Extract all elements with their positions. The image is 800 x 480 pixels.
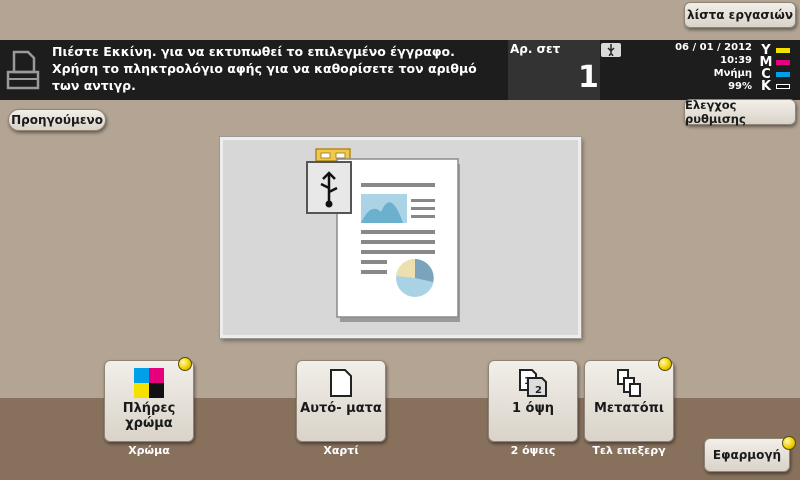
toner-bar-black — [776, 83, 790, 89]
message-bar: Πιέστε Εκκίνη. για να εκτυπωθεί το επιλε… — [0, 40, 800, 100]
offset-button[interactable]: Μετατόπι — [584, 360, 674, 442]
memory-label: Μνήμη — [713, 68, 752, 79]
full-color-button[interactable]: Πλήρες χρώμα — [104, 360, 194, 442]
usb-document-illustration-icon — [306, 148, 460, 322]
previous-button[interactable]: Προηγούμενο — [8, 109, 106, 131]
toner-letter: K — [760, 78, 772, 94]
check-settings-button[interactable]: Ελεγχος ρυθμισης — [684, 98, 796, 126]
apply-button[interactable]: Εφαρμογή — [704, 438, 790, 472]
paper-icon — [329, 367, 353, 399]
full-color-label: Πλήρες χρώμα — [122, 401, 176, 431]
device-status: 06 / 01 / 2012 10:39 Μνήμη 99% — [640, 41, 752, 93]
duplex-button[interactable]: 1 2 1 όψη — [488, 360, 578, 442]
time-text: 10:39 — [720, 55, 752, 66]
color-sub-label: Χρώμα — [128, 444, 170, 457]
document-preview — [220, 137, 581, 338]
toner-bar-cyan — [776, 71, 790, 77]
duplex-sub-label: 2 όψεις — [510, 444, 556, 457]
date-text: 06 / 01 / 2012 — [675, 42, 752, 53]
indicator-dot — [658, 357, 672, 371]
auto-paper-label: Αυτό- ματα — [300, 401, 382, 416]
svg-text:2: 2 — [535, 385, 542, 396]
duplex-label: 1 όψη — [511, 401, 555, 416]
toner-bar-magenta — [776, 59, 790, 65]
document-tray-icon — [6, 48, 40, 96]
toner-levels: Y M C K — [758, 43, 798, 94]
offset-icon — [614, 367, 644, 399]
duplex-icon: 1 2 — [518, 367, 548, 399]
toner-bar-yellow — [776, 47, 790, 53]
copies-label: Αρ. σετ — [510, 42, 561, 56]
status-message: Πιέστε Εκκίνη. για να εκτυπωθεί το επιλε… — [52, 44, 477, 93]
offset-label: Μετατόπι — [594, 401, 664, 416]
finishing-sub-label: Τελ επεξεργ — [592, 444, 666, 457]
usb-status-icon — [601, 43, 621, 57]
copies-value: 1 — [578, 60, 599, 95]
color-squares-icon — [134, 367, 164, 399]
job-list-button[interactable]: λίστα εργασιών — [684, 2, 796, 28]
indicator-dot — [178, 357, 192, 371]
auto-paper-button[interactable]: Αυτό- ματα — [296, 360, 386, 442]
indicator-dot — [782, 436, 796, 450]
memory-value: 99% — [728, 81, 752, 92]
paper-sub-label: Χαρτί — [323, 444, 359, 457]
